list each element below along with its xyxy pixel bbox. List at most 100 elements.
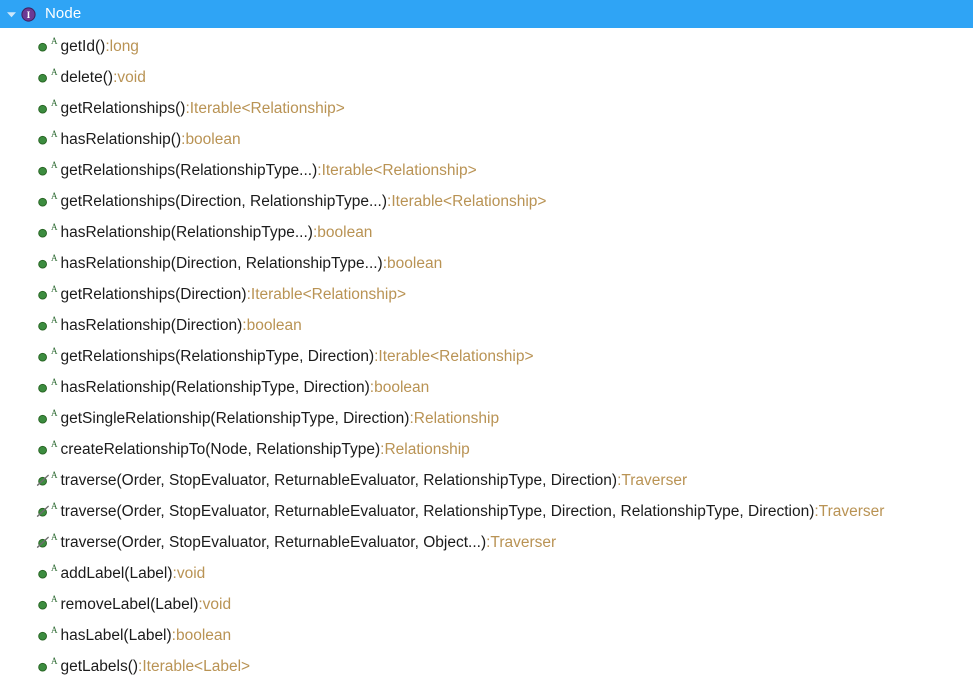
abstract-modifier-mark: A bbox=[51, 67, 58, 77]
member-row[interactable]: AgetRelationships(Direction, Relationshi… bbox=[0, 186, 973, 217]
abstract-modifier-mark: A bbox=[51, 408, 58, 418]
member-return-type: long bbox=[109, 38, 139, 55]
abstract-modifier-mark: A bbox=[51, 315, 58, 325]
member-signature: hasRelationship(Direction) bbox=[60, 317, 243, 334]
method-public-icon bbox=[36, 39, 51, 54]
method-public-icon bbox=[36, 628, 51, 643]
method-public-icon bbox=[36, 318, 51, 333]
member-signature: hasRelationship(Direction, RelationshipT… bbox=[60, 255, 383, 272]
member-return-type: void bbox=[117, 69, 146, 86]
member-row[interactable]: AhasRelationship(Direction, Relationship… bbox=[0, 248, 973, 279]
member-return-type: Iterable<Relationship> bbox=[189, 100, 345, 117]
abstract-modifier-mark: A bbox=[51, 129, 58, 139]
member-row[interactable]: AhasRelationship(Direction) : boolean bbox=[0, 310, 973, 341]
method-public-icon bbox=[36, 287, 51, 302]
abstract-modifier-mark: A bbox=[51, 532, 58, 542]
member-row[interactable]: AhasLabel(Label) : boolean bbox=[0, 620, 973, 651]
svg-text:I: I bbox=[26, 11, 30, 21]
abstract-modifier-mark: A bbox=[51, 439, 58, 449]
member-signature: getRelationships(RelationshipType, Direc… bbox=[60, 348, 375, 365]
method-public-icon bbox=[36, 349, 51, 364]
member-row[interactable]: AaddLabel(Label) : void bbox=[0, 558, 973, 589]
member-row[interactable]: AgetRelationships() : Iterable<Relations… bbox=[0, 93, 973, 124]
method-public-deprecated-icon bbox=[36, 504, 51, 519]
member-row[interactable]: Atraverse(Order, StopEvaluator, Returnab… bbox=[0, 496, 973, 527]
member-signature: hasRelationship(RelationshipType, Direct… bbox=[60, 379, 370, 396]
abstract-modifier-mark: A bbox=[51, 253, 58, 263]
member-return-type: Iterable<Relationship> bbox=[321, 162, 477, 179]
member-row[interactable]: AremoveLabel(Label) : void bbox=[0, 589, 973, 620]
method-public-icon bbox=[36, 442, 51, 457]
member-signature: getRelationships(Direction) bbox=[60, 286, 247, 303]
member-signature: getSingleRelationship(RelationshipType, … bbox=[60, 410, 410, 427]
abstract-modifier-mark: A bbox=[51, 222, 58, 232]
member-return-type: Iterable<Relationship> bbox=[250, 286, 407, 303]
method-public-icon bbox=[36, 101, 51, 116]
member-signature: traverse(Order, StopEvaluator, Returnabl… bbox=[60, 534, 487, 551]
member-signature: removeLabel(Label) bbox=[60, 596, 199, 613]
method-public-icon bbox=[36, 225, 51, 240]
abstract-modifier-mark: A bbox=[51, 470, 58, 480]
member-signature: getRelationships(Direction, Relationship… bbox=[60, 193, 388, 210]
type-name-label: Node bbox=[45, 5, 82, 22]
member-return-type: boolean bbox=[185, 131, 241, 148]
member-row[interactable]: AgetRelationships(Direction) : Iterable<… bbox=[0, 279, 973, 310]
abstract-modifier-mark: A bbox=[51, 98, 58, 108]
member-signature: hasRelationship(RelationshipType...) bbox=[60, 224, 313, 241]
member-row[interactable]: AhasRelationship(RelationshipType...) : … bbox=[0, 217, 973, 248]
method-public-icon bbox=[36, 597, 51, 612]
member-row[interactable]: Atraverse(Order, StopEvaluator, Returnab… bbox=[0, 465, 973, 496]
method-public-icon bbox=[36, 163, 51, 178]
member-return-type: Traverser bbox=[818, 503, 885, 520]
member-signature: hasLabel(Label) bbox=[60, 627, 172, 644]
member-signature: addLabel(Label) bbox=[60, 565, 173, 582]
member-signature: traverse(Order, StopEvaluator, Returnabl… bbox=[60, 472, 618, 489]
member-signature: traverse(Order, StopEvaluator, Returnabl… bbox=[60, 503, 815, 520]
member-return-type: boolean bbox=[374, 379, 430, 396]
member-return-type: void bbox=[202, 596, 232, 613]
interface-icon: I bbox=[20, 6, 36, 22]
method-public-icon bbox=[36, 132, 51, 147]
member-row[interactable]: AgetId() : long bbox=[0, 31, 973, 62]
method-public-deprecated-icon bbox=[36, 535, 51, 550]
member-signature: hasRelationship() bbox=[60, 131, 182, 148]
member-signature: getRelationships() bbox=[60, 100, 186, 117]
member-return-type: Iterable<Relationship> bbox=[378, 348, 534, 365]
member-row[interactable]: AgetLabels() : Iterable<Label> bbox=[0, 651, 973, 682]
member-row[interactable]: AhasRelationship() : boolean bbox=[0, 124, 973, 155]
member-row[interactable]: Atraverse(Order, StopEvaluator, Returnab… bbox=[0, 527, 973, 558]
abstract-modifier-mark: A bbox=[51, 563, 58, 573]
method-public-icon bbox=[36, 194, 51, 209]
abstract-modifier-mark: A bbox=[51, 36, 58, 46]
member-return-type: Iterable<Label> bbox=[142, 658, 251, 675]
member-return-type: boolean bbox=[317, 224, 373, 241]
member-signature: createRelationshipTo(Node, RelationshipT… bbox=[60, 441, 381, 458]
abstract-modifier-mark: A bbox=[51, 594, 58, 604]
member-list: AgetId() : long Adelete() : void AgetRelat… bbox=[0, 28, 973, 682]
member-return-type: Relationship bbox=[413, 410, 500, 427]
method-public-icon bbox=[36, 411, 51, 426]
abstract-modifier-mark: A bbox=[51, 377, 58, 387]
member-row[interactable]: AcreateRelationshipTo(Node, Relationship… bbox=[0, 434, 973, 465]
type-header-row[interactable]: I Node bbox=[0, 0, 973, 28]
member-signature: getRelationships(RelationshipType...) bbox=[60, 162, 318, 179]
member-signature: getLabels() bbox=[60, 658, 139, 675]
member-signature: getId() bbox=[60, 38, 106, 55]
member-return-type: Iterable<Relationship> bbox=[391, 193, 547, 210]
abstract-modifier-mark: A bbox=[51, 346, 58, 356]
member-row[interactable]: AgetRelationships(RelationshipType, Dire… bbox=[0, 341, 973, 372]
method-public-deprecated-icon bbox=[36, 473, 51, 488]
member-row[interactable]: Adelete() : void bbox=[0, 62, 973, 93]
java-type-outline-panel: I Node AgetId() : long Adelete() : void Ag… bbox=[0, 0, 973, 685]
member-return-type: boolean bbox=[246, 317, 302, 334]
member-row[interactable]: AgetSingleRelationship(RelationshipType,… bbox=[0, 403, 973, 434]
abstract-modifier-mark: A bbox=[51, 191, 58, 201]
chevron-down-icon[interactable] bbox=[3, 6, 19, 22]
member-return-type: Relationship bbox=[384, 441, 470, 458]
method-public-icon bbox=[36, 256, 51, 271]
member-row[interactable]: AgetRelationships(RelationshipType...) :… bbox=[0, 155, 973, 186]
member-row[interactable]: AhasRelationship(RelationshipType, Direc… bbox=[0, 372, 973, 403]
member-return-type: boolean bbox=[387, 255, 443, 272]
member-return-type: boolean bbox=[175, 627, 232, 644]
abstract-modifier-mark: A bbox=[51, 284, 58, 294]
